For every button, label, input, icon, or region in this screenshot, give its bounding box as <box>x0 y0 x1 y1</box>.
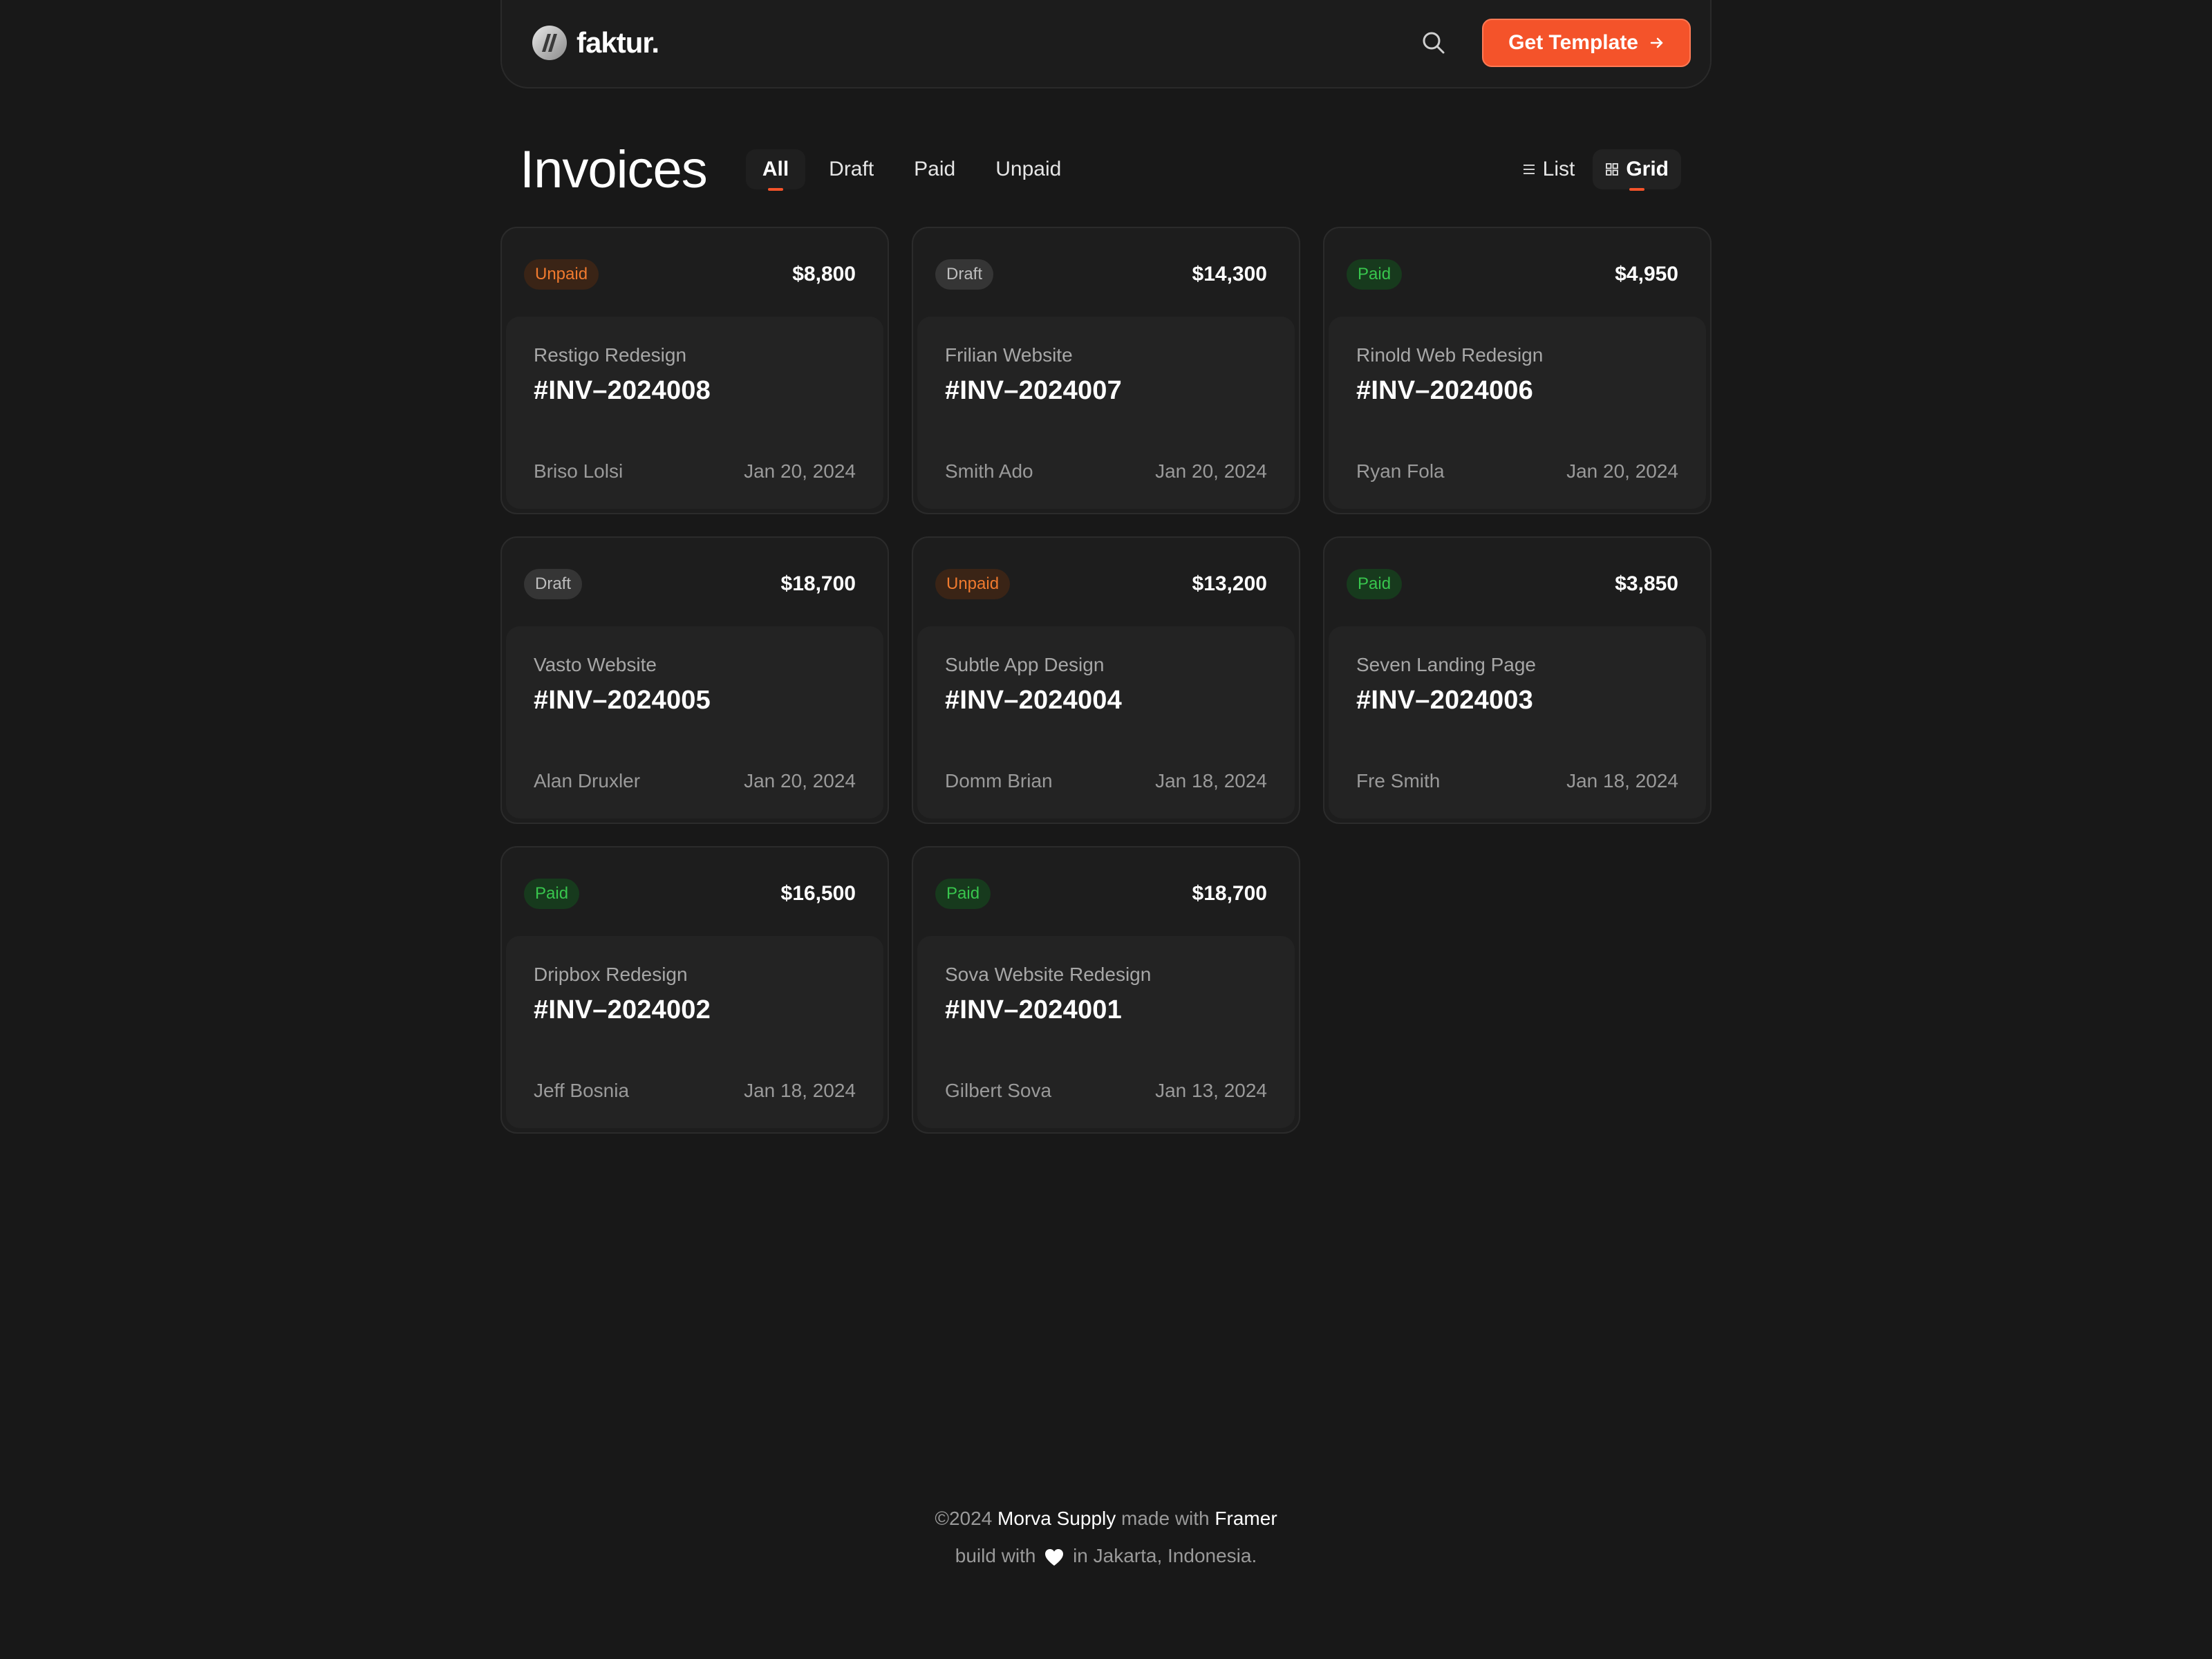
invoice-amount: $4,950 <box>1615 263 1678 285</box>
brand-logo[interactable]: faktur. <box>532 26 659 60</box>
invoice-card[interactable]: Draft $18,700 Vasto Website #INV–2024005… <box>500 536 889 824</box>
project-name: Seven Landing Page <box>1356 654 1536 675</box>
invoice-grid: Unpaid $8,800 Restigo Redesign #INV–2024… <box>500 227 1712 1134</box>
top-navbar: faktur. Get Template <box>500 0 1712 88</box>
footer-brand-link[interactable]: Morva Supply <box>997 1508 1116 1529</box>
invoice-card[interactable]: Paid $4,950 Rinold Web Redesign #INV–202… <box>1323 227 1712 514</box>
client-name: Alan Druxler <box>534 770 641 791</box>
tab-all[interactable]: All <box>745 149 806 189</box>
footer-made-with: made with <box>1121 1508 1210 1529</box>
client-name: Briso Lolsi <box>534 460 624 482</box>
list-view-label: List <box>1542 158 1575 180</box>
invoice-date: Jan 18, 2024 <box>1155 770 1267 791</box>
status-badge: Draft <box>935 259 994 290</box>
page-footer: ©2024 Morva Supply made with Framer buil… <box>0 1500 2212 1575</box>
invoice-date: Jan 20, 2024 <box>1566 460 1678 482</box>
project-name: Sova Website Redesign <box>945 964 1152 985</box>
arrow-right-icon <box>1650 37 1663 48</box>
grid-icon <box>1606 163 1619 176</box>
grid-view-button[interactable]: Grid <box>1593 149 1681 189</box>
client-name: Gilbert Sova <box>945 1080 1052 1101</box>
project-name: Dripbox Redesign <box>534 964 688 985</box>
project-name: Vasto Website <box>534 654 657 675</box>
project-name: Subtle App Design <box>945 654 1105 675</box>
invoice-amount: $18,700 <box>780 572 856 595</box>
invoice-card[interactable]: Paid $16,500 Dripbox Redesign #INV–20240… <box>500 846 889 1134</box>
view-switcher: List Grid <box>1510 149 1681 189</box>
invoice-date: Jan 20, 2024 <box>744 770 856 791</box>
invoice-amount: $18,700 <box>1192 882 1267 905</box>
status-badge: Paid <box>935 879 991 909</box>
footer-location-line: build with in Jakarta, Indonesia. <box>0 1537 2212 1575</box>
list-icon <box>1523 165 1535 174</box>
search-icon <box>1423 32 1445 54</box>
invoice-amount: $3,850 <box>1615 572 1678 595</box>
invoice-card[interactable]: Paid $18,700 Sova Website Redesign #INV–… <box>912 846 1300 1134</box>
project-name: Restigo Redesign <box>534 344 687 366</box>
invoice-amount: $13,200 <box>1192 572 1267 595</box>
invoice-card[interactable]: Unpaid $8,800 Restigo Redesign #INV–2024… <box>500 227 889 514</box>
page-title: Invoices <box>520 140 708 199</box>
faktur-logo-icon <box>532 26 567 60</box>
invoice-card[interactable]: Draft $14,300 Frilian Website #INV–20240… <box>912 227 1300 514</box>
get-template-button[interactable]: Get Template <box>1482 19 1691 67</box>
footer-framer-link[interactable]: Framer <box>1215 1508 1277 1529</box>
client-name: Jeff Bosnia <box>534 1080 630 1101</box>
invoice-number: #INV–2024005 <box>534 686 711 715</box>
footer-credits: ©2024 Morva Supply made with Framer <box>0 1500 2212 1537</box>
footer-build-with: build with <box>955 1545 1036 1566</box>
status-badge: Paid <box>524 879 580 909</box>
brand-name: faktur. <box>577 26 659 59</box>
project-name: Rinold Web Redesign <box>1356 344 1544 366</box>
invoice-number: #INV–2024008 <box>534 376 711 405</box>
list-view-button[interactable]: List <box>1510 149 1588 189</box>
invoice-amount: $8,800 <box>792 263 856 285</box>
invoice-number: #INV–2024001 <box>945 995 1122 1024</box>
invoice-number: #INV–2024003 <box>1356 686 1533 715</box>
invoice-number: #INV–2024007 <box>945 376 1122 405</box>
tab-draft[interactable]: Draft <box>812 149 890 189</box>
footer-location: in Jakarta, Indonesia. <box>1073 1545 1257 1566</box>
status-badge: Unpaid <box>935 569 1011 599</box>
search-button[interactable] <box>1413 22 1454 64</box>
client-name: Smith Ado <box>945 460 1033 482</box>
project-name: Frilian Website <box>945 344 1073 366</box>
invoices-toolbar: Invoices All Draft Paid Unpaid List Grid <box>520 131 1695 207</box>
heart-icon <box>1045 1548 1064 1566</box>
invoice-date: Jan 20, 2024 <box>744 460 856 482</box>
invoice-card[interactable]: Paid $3,850 Seven Landing Page #INV–2024… <box>1323 536 1712 824</box>
client-name: Fre Smith <box>1356 770 1441 791</box>
invoice-number: #INV–2024002 <box>534 995 711 1024</box>
status-badge: Draft <box>524 569 583 599</box>
invoice-date: Jan 13, 2024 <box>1155 1080 1267 1101</box>
status-badge: Paid <box>1347 259 1403 290</box>
status-tabs: All Draft Paid Unpaid <box>745 149 1078 189</box>
status-badge: Unpaid <box>524 259 599 290</box>
tab-paid[interactable]: Paid <box>897 149 972 189</box>
status-badge: Paid <box>1347 569 1403 599</box>
invoice-date: Jan 18, 2024 <box>1566 770 1678 791</box>
grid-view-label: Grid <box>1626 158 1669 180</box>
invoice-number: #INV–2024004 <box>945 686 1122 715</box>
client-name: Ryan Fola <box>1356 460 1445 482</box>
invoice-amount: $14,300 <box>1192 263 1267 285</box>
invoice-amount: $16,500 <box>780 882 856 905</box>
invoice-card[interactable]: Unpaid $13,200 Subtle App Design #INV–20… <box>912 536 1300 824</box>
invoice-date: Jan 18, 2024 <box>744 1080 856 1101</box>
client-name: Domm Brian <box>945 770 1053 791</box>
footer-copyright: ©2024 <box>935 1508 993 1529</box>
invoice-date: Jan 20, 2024 <box>1155 460 1267 482</box>
tab-unpaid[interactable]: Unpaid <box>979 149 1078 189</box>
get-template-label: Get Template <box>1508 31 1638 54</box>
invoice-number: #INV–2024006 <box>1356 376 1533 405</box>
